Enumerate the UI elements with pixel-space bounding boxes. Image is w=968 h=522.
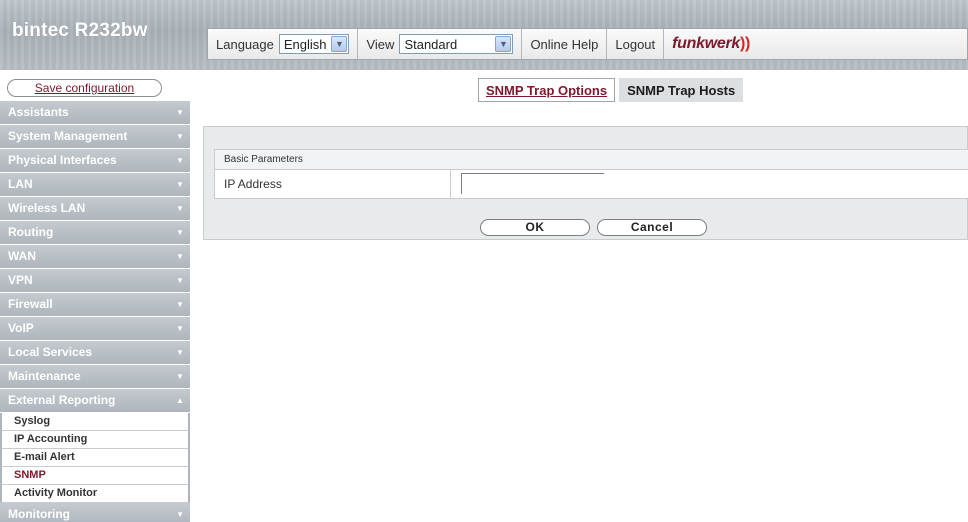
- sidebar: Save configuration Assistants ▼ System Ma…: [0, 70, 190, 522]
- sidebar-item-wireless-lan[interactable]: Wireless LAN ▼: [0, 197, 190, 221]
- ip-address-field-cell: [451, 170, 604, 198]
- sidebar-item-label: System Management: [8, 129, 128, 143]
- sidebar-item-monitoring[interactable]: Monitoring ▼: [0, 503, 190, 522]
- sidebar-item-label: VoIP: [8, 321, 34, 335]
- sidebar-subitem-activity-monitor[interactable]: Activity Monitor: [0, 485, 190, 503]
- chevron-down-icon: ▼: [176, 180, 184, 189]
- language-value: English: [283, 36, 327, 52]
- sidebar-item-local-services[interactable]: Local Services ▼: [0, 341, 190, 365]
- ip-address-input[interactable]: [461, 173, 604, 194]
- sidebar-subitem-snmp[interactable]: SNMP: [0, 467, 190, 485]
- sidebar-subitem-email-alert[interactable]: E-mail Alert: [0, 449, 190, 467]
- settings-panel: Basic Parameters IP Address OK Cancel: [203, 126, 968, 240]
- top-toolbar: Language English ▼ View Standard ▼ Onlin…: [207, 28, 968, 60]
- sidebar-item-maintenance[interactable]: Maintenance ▼: [0, 365, 190, 389]
- sidebar-item-label: WAN: [8, 249, 36, 263]
- sidebar-item-wan[interactable]: WAN ▼: [0, 245, 190, 269]
- chevron-down-icon: ▼: [176, 348, 184, 357]
- sidebar-item-vpn[interactable]: VPN ▼: [0, 269, 190, 293]
- sidebar-subitem-ip-accounting[interactable]: IP Accounting: [0, 431, 190, 449]
- view-selector: View Standard ▼: [358, 29, 521, 59]
- brand-title: bintec R232bw: [12, 20, 148, 41]
- chevron-down-icon: ▼: [176, 300, 184, 309]
- sidebar-item-lan[interactable]: LAN ▼: [0, 173, 190, 197]
- save-configuration-button[interactable]: Save configuration: [7, 79, 162, 97]
- sidebar-item-label: Maintenance: [8, 369, 81, 383]
- header: bintec R232bw Language English ▼ View St…: [0, 0, 968, 70]
- chevron-down-icon[interactable]: ▼: [331, 36, 348, 52]
- sidebar-item-external-reporting[interactable]: External Reporting ▲: [0, 389, 190, 413]
- ip-address-row: IP Address: [215, 170, 968, 198]
- sidebar-item-label: Wireless LAN: [8, 201, 86, 215]
- logo-waves-icon: )): [739, 35, 751, 52]
- chevron-down-icon: ▼: [176, 372, 184, 381]
- funkwerk-logo: funkwerk)): [672, 35, 750, 53]
- sidebar-item-routing[interactable]: Routing ▼: [0, 221, 190, 245]
- sidebar-item-label: External Reporting: [8, 393, 116, 407]
- language-select[interactable]: English ▼: [278, 34, 350, 54]
- language-label: Language: [216, 36, 274, 52]
- chevron-up-icon: ▲: [176, 396, 184, 405]
- sidebar-menu: Assistants ▼ System Management ▼ Physical …: [0, 101, 190, 522]
- sidebar-item-physical-interfaces[interactable]: Physical Interfaces ▼: [0, 149, 190, 173]
- sidebar-item-assistants[interactable]: Assistants ▼: [0, 101, 190, 125]
- ip-address-label: IP Address: [215, 170, 451, 198]
- logo-text: funkwerk: [672, 35, 740, 52]
- sidebar-item-label: Monitoring: [8, 507, 70, 521]
- chevron-down-icon: ▼: [176, 324, 184, 333]
- section-title: Basic Parameters: [215, 150, 968, 170]
- tab-snmp-trap-hosts[interactable]: SNMP Trap Hosts: [619, 78, 744, 102]
- sidebar-item-label: Firewall: [8, 297, 53, 311]
- sidebar-item-label: Local Services: [8, 345, 93, 359]
- sidebar-item-label: LAN: [8, 177, 33, 191]
- chevron-down-icon: ▼: [176, 252, 184, 261]
- basic-parameters-table: Basic Parameters IP Address: [214, 149, 968, 199]
- view-select[interactable]: Standard ▼: [399, 34, 514, 54]
- chevron-down-icon[interactable]: ▼: [495, 36, 512, 52]
- sidebar-item-voip[interactable]: VoIP ▼: [0, 317, 190, 341]
- cancel-button[interactable]: Cancel: [597, 219, 707, 236]
- sidebar-item-label: Physical Interfaces: [8, 153, 117, 167]
- sidebar-item-system-management[interactable]: System Management ▼: [0, 125, 190, 149]
- ok-button[interactable]: OK: [480, 219, 590, 236]
- main-content: SNMP Trap Options SNMP Trap Hosts Basic …: [190, 70, 968, 522]
- sidebar-subitem-syslog[interactable]: Syslog: [0, 413, 190, 431]
- sidebar-item-label: Assistants: [8, 105, 69, 119]
- chevron-down-icon: ▼: [176, 510, 184, 519]
- chevron-down-icon: ▼: [176, 132, 184, 141]
- sidebar-item-label: Routing: [8, 225, 54, 239]
- logout-link[interactable]: Logout: [607, 29, 663, 59]
- sidebar-item-firewall[interactable]: Firewall ▼: [0, 293, 190, 317]
- view-value: Standard: [404, 36, 458, 52]
- toolbar-divider: [663, 29, 665, 59]
- online-help-link[interactable]: Online Help: [522, 29, 606, 59]
- tab-bar: SNMP Trap Options SNMP Trap Hosts: [478, 78, 744, 102]
- language-selector: Language English ▼: [208, 29, 357, 59]
- chevron-down-icon: ▼: [176, 204, 184, 213]
- chevron-down-icon: ▼: [176, 228, 184, 237]
- sidebar-submenu: Syslog IP Accounting E-mail Alert SNMP A…: [0, 413, 190, 503]
- form-buttons: OK Cancel: [204, 217, 968, 239]
- chevron-down-icon: ▼: [176, 156, 184, 165]
- tab-snmp-trap-options[interactable]: SNMP Trap Options: [478, 78, 616, 102]
- chevron-down-icon: ▼: [176, 108, 184, 117]
- chevron-down-icon: ▼: [176, 276, 184, 285]
- view-label: View: [366, 36, 395, 52]
- sidebar-item-label: VPN: [8, 273, 33, 287]
